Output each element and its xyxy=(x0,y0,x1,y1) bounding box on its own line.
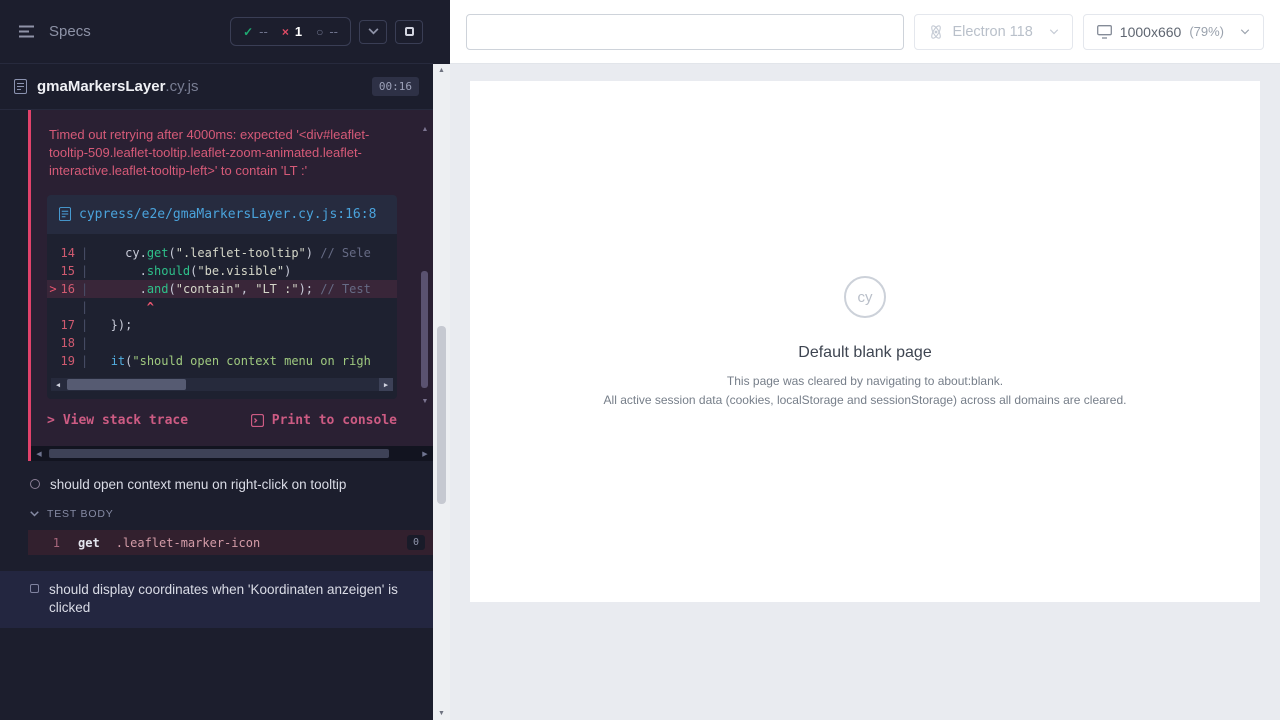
error-panel: Timed out retrying after 4000ms: expecte… xyxy=(28,110,433,461)
test-pending-icon xyxy=(30,584,39,593)
check-icon: ✓ xyxy=(243,25,253,39)
aut-panel: Electron 118 1000x660 (79%) xyxy=(450,0,1280,720)
code-horizontal-scrollbar[interactable]: ◀ ▶ xyxy=(51,378,393,391)
scroll-left-icon[interactable]: ◀ xyxy=(34,450,44,458)
print-to-console-button[interactable]: Print to console xyxy=(251,413,397,428)
scroll-up-icon[interactable]: ▲ xyxy=(433,67,450,74)
collapse-reporter-button[interactable] xyxy=(359,20,387,44)
specs-label: Specs xyxy=(49,23,91,40)
viewport-icon xyxy=(1097,25,1112,39)
command-log-row[interactable]: 1 get .leaflet-marker-icon 0 xyxy=(28,530,433,555)
blank-page-title: Default blank page xyxy=(798,344,931,362)
spec-file-icon xyxy=(14,79,27,94)
test-item-pending[interactable]: should display coordinates when 'Koordin… xyxy=(0,571,433,627)
view-stack-trace-label: View stack trace xyxy=(63,413,188,428)
test-running-icon xyxy=(30,479,40,489)
scrollbar-thumb[interactable] xyxy=(437,326,446,503)
blank-page: cy Default blank page This page was clea… xyxy=(470,81,1260,602)
aut-stage: cy Default blank page This page was clea… xyxy=(450,64,1280,720)
view-stack-trace-link[interactable]: > View stack trace xyxy=(47,413,188,428)
test-body-label: TEST BODY xyxy=(47,508,114,520)
code-frame-file-link[interactable]: cypress/e2e/gmaMarkersLayer.cy.js:16:8 xyxy=(47,195,397,235)
scroll-left-icon[interactable]: ◀ xyxy=(51,378,65,391)
code-snippet: 14| cy.get(".leaflet-tooltip") // Sele 1… xyxy=(47,234,397,399)
cross-icon: × xyxy=(282,25,289,39)
chevron-right-icon: > xyxy=(47,413,55,428)
test-title: should open context menu on right-click … xyxy=(50,477,346,492)
url-input[interactable] xyxy=(466,14,904,50)
blank-page-line1: This page was cleared by navigating to a… xyxy=(727,374,1003,388)
spec-name: gmaMarkersLayer xyxy=(37,78,165,95)
stat-failed: × 1 xyxy=(282,24,302,39)
aut-header: Electron 118 1000x660 (79%) xyxy=(450,0,1280,64)
scrollbar-track[interactable] xyxy=(47,448,417,459)
duration-badge: 00:16 xyxy=(372,77,419,96)
cypress-logo: cy xyxy=(844,276,886,318)
viewport-zoom: (79%) xyxy=(1189,24,1224,39)
stats-group: ✓ -- × 1 ○ -- xyxy=(230,17,351,46)
error-panel-horizontal-scrollbar[interactable]: ◀ ▶ xyxy=(31,446,433,461)
spec-extension: .cy.js xyxy=(165,78,198,95)
viewport-size: 1000x660 xyxy=(1120,24,1182,40)
chevron-down-icon xyxy=(1049,29,1059,35)
browser-label: Electron 118 xyxy=(952,24,1032,40)
scrollbar-track[interactable] xyxy=(419,135,431,396)
reporter-header: Specs ✓ -- × 1 ○ -- xyxy=(0,0,433,64)
electron-icon xyxy=(928,24,944,40)
scroll-right-icon[interactable]: ▶ xyxy=(379,378,393,391)
command-count-badge: 0 xyxy=(407,535,425,550)
specs-menu-button[interactable] xyxy=(14,21,39,42)
stat-pending: ○ -- xyxy=(316,24,338,39)
command-number: 1 xyxy=(46,536,60,550)
error-message: Timed out retrying after 4000ms: expecte… xyxy=(31,110,433,193)
reporter-sidebar: Specs ✓ -- × 1 ○ -- xyxy=(0,0,450,720)
stop-button[interactable] xyxy=(395,20,423,44)
command-message: .leaflet-marker-icon xyxy=(116,536,261,550)
scroll-up-icon[interactable]: ▲ xyxy=(422,126,429,133)
spec-header-row: gmaMarkersLayer.cy.js 00:16 xyxy=(0,64,433,110)
error-actions: > View stack trace Print to console xyxy=(31,399,433,446)
code-frame: cypress/e2e/gmaMarkersLayer.cy.js:16:8 1… xyxy=(47,195,397,400)
browser-selector[interactable]: Electron 118 xyxy=(914,14,1072,50)
app: Specs ✓ -- × 1 ○ -- xyxy=(0,0,1280,720)
test-body-section-toggle[interactable]: TEST BODY xyxy=(0,498,433,528)
test-title: should display coordinates when 'Koordin… xyxy=(49,581,409,617)
scrollbar-thumb[interactable] xyxy=(49,449,389,458)
chevron-down-icon xyxy=(30,511,39,517)
chevron-down-icon xyxy=(368,28,379,35)
stop-icon xyxy=(405,27,414,36)
test-item-failed[interactable]: should open context menu on right-click … xyxy=(0,461,433,498)
file-icon xyxy=(59,207,71,221)
viewport-info-button[interactable]: 1000x660 (79%) xyxy=(1083,14,1264,50)
blank-page-line2: All active session data (cookies, localS… xyxy=(604,393,1127,407)
scrollbar-track[interactable] xyxy=(65,378,379,391)
reporter-content: Specs ✓ -- × 1 ○ -- xyxy=(0,0,433,720)
error-panel-vertical-scrollbar[interactable]: ▲ ▼ xyxy=(419,126,431,405)
scroll-down-icon[interactable]: ▼ xyxy=(433,710,450,717)
scrollbar-thumb[interactable] xyxy=(67,379,186,390)
code-frame-filename: cypress/e2e/gmaMarkersLayer.cy.js:16:8 xyxy=(79,205,376,225)
print-to-console-label: Print to console xyxy=(272,413,397,428)
scroll-right-icon[interactable]: ▶ xyxy=(420,450,430,458)
stat-passed: ✓ -- xyxy=(243,24,268,39)
pending-count: -- xyxy=(329,24,338,39)
reporter-vertical-scrollbar[interactable]: ▲ ▼ xyxy=(433,64,450,720)
command-method: get xyxy=(78,536,100,550)
circle-icon: ○ xyxy=(316,25,323,39)
scroll-down-icon[interactable]: ▼ xyxy=(422,398,429,405)
passed-count: -- xyxy=(259,24,268,39)
menu-icon xyxy=(18,25,35,38)
chevron-down-icon xyxy=(1240,29,1250,35)
scrollbar-thumb[interactable] xyxy=(421,271,428,388)
console-icon xyxy=(251,414,264,427)
failed-count: 1 xyxy=(295,24,302,39)
code-lines: 14| cy.get(".leaflet-tooltip") // Sele 1… xyxy=(47,244,397,370)
